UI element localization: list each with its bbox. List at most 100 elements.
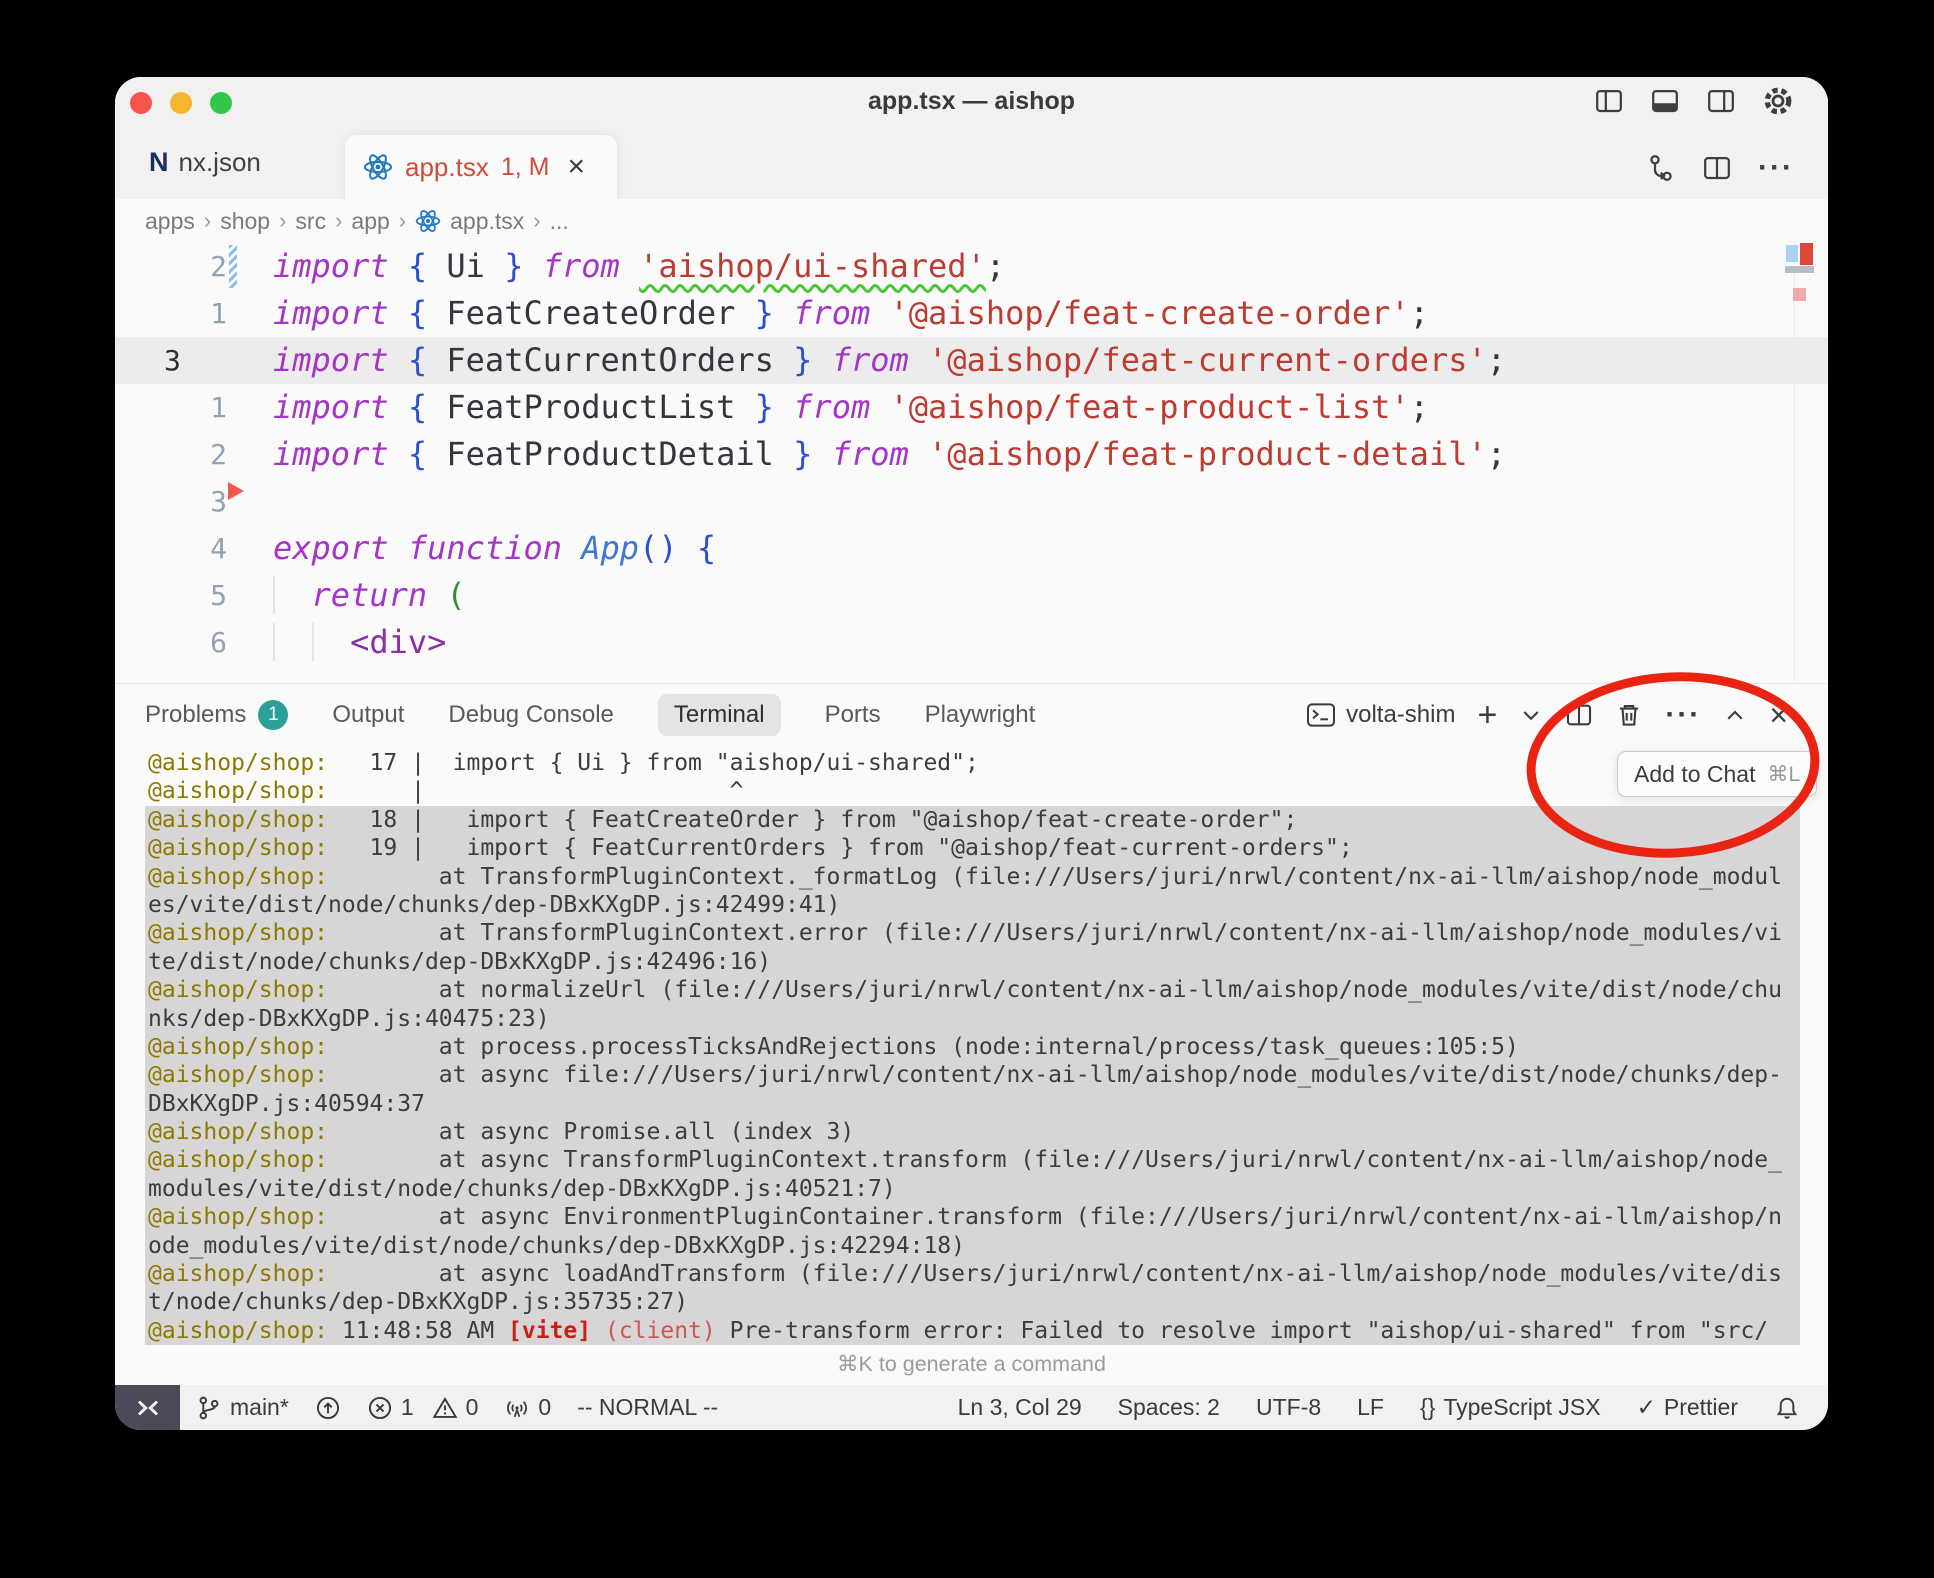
vscode-window: app.tsx — aishop N nx.json xyxy=(115,77,1828,1430)
vim-mode-text: -- NORMAL -- xyxy=(577,1394,718,1421)
git-branch-status[interactable]: main* xyxy=(196,1394,289,1421)
terminal-line[interactable]: DBxKXgDP.js:40594:37 xyxy=(145,1090,1800,1118)
toggle-sidebar-left-icon[interactable] xyxy=(1594,86,1624,116)
cursor-position-text: Ln 3, Col 29 xyxy=(958,1394,1082,1421)
branch-name: main* xyxy=(230,1394,289,1421)
breadcrumb-separator: › xyxy=(204,208,211,234)
titlebar: app.tsx — aishop xyxy=(115,77,1828,125)
code-line[interactable]: 2import { FeatProductDetail } from '@ais… xyxy=(115,431,1828,478)
breadcrumb-item[interactable]: src xyxy=(295,208,326,235)
breadcrumb-separator: › xyxy=(399,208,406,234)
panel-tab-ports[interactable]: Ports xyxy=(825,701,881,729)
code-line[interactable]: 5 return ( xyxy=(115,572,1828,619)
terminal-line[interactable]: @aishop/shop: 11:48:58 AM [vite] (client… xyxy=(145,1317,1800,1345)
terminal-line[interactable]: @aishop/shop: at async loadAndTransform … xyxy=(145,1260,1800,1288)
terminal-line[interactable]: @aishop/shop: 18 | import { FeatCreateOr… xyxy=(145,806,1800,834)
breadcrumb-item[interactable]: apps xyxy=(145,208,195,235)
formatter-status[interactable]: ✓ Prettier xyxy=(1637,1394,1738,1421)
bell-icon[interactable] xyxy=(1774,1395,1800,1421)
breadcrumb-item[interactable]: app xyxy=(351,208,389,235)
tab-nx-json[interactable]: N nx.json xyxy=(115,125,261,199)
tab-label: app.tsx xyxy=(405,152,489,183)
panel-tab-debug-console[interactable]: Debug Console xyxy=(448,701,613,729)
terminal-line[interactable]: @aishop/shop: at async EnvironmentPlugin… xyxy=(145,1203,1800,1231)
code-editor[interactable]: 2import { Ui } from 'aishop/ui-shared';1… xyxy=(115,243,1828,683)
terminal-line[interactable]: @aishop/shop: | ^ xyxy=(145,777,1800,805)
panel-tab-playwright[interactable]: Playwright xyxy=(925,701,1036,729)
encoding-text: UTF-8 xyxy=(1256,1394,1321,1421)
code-line[interactable]: 3import { FeatCurrentOrders } from '@ais… xyxy=(115,337,1828,384)
terminal-line[interactable]: te/dist/node/chunks/dep-DBxKXgDP.js:4249… xyxy=(145,948,1800,976)
code-line[interactable]: 3 xyxy=(115,478,1828,525)
status-bar: main* 1 0 xyxy=(115,1385,1828,1430)
toggle-panel-icon[interactable] xyxy=(1650,86,1680,116)
breadcrumb-file[interactable]: app.tsx xyxy=(450,208,524,235)
terminal-line[interactable]: t/node/chunks/dep-DBxKXgDP.js:35735:27) xyxy=(145,1288,1800,1316)
chevron-down-icon[interactable] xyxy=(1519,703,1543,727)
error-icon xyxy=(367,1395,393,1421)
cursor-position-status[interactable]: Ln 3, Col 29 xyxy=(958,1394,1082,1421)
line-number: 4 xyxy=(115,525,227,572)
breadcrumb-overflow[interactable]: ... xyxy=(550,208,569,235)
terminal-line[interactable]: modules/vite/dist/node/chunks/dep-DBxKXg… xyxy=(145,1175,1800,1203)
terminal-line[interactable]: @aishop/shop: at async file:///Users/jur… xyxy=(145,1061,1800,1089)
close-tab-icon[interactable]: × xyxy=(567,152,585,182)
publish-changes-icon[interactable] xyxy=(315,1395,341,1421)
add-to-chat-tooltip[interactable]: Add to Chat ⌘L xyxy=(1617,751,1817,797)
gear-icon[interactable] xyxy=(1762,85,1794,117)
panel-tab-label: Problems xyxy=(145,701,246,729)
code-line[interactable]: 4export function App() { xyxy=(115,525,1828,572)
breadcrumb-separator: › xyxy=(279,208,286,234)
window-title: app.tsx — aishop xyxy=(115,77,1828,125)
terminal-output[interactable]: @aishop/shop: 17 | import { Ui } from "a… xyxy=(145,749,1800,1345)
terminal-instance[interactable]: volta-shim xyxy=(1306,701,1455,729)
trash-icon[interactable] xyxy=(1615,701,1643,729)
terminal-line[interactable]: @aishop/shop: at async TransformPluginCo… xyxy=(145,1146,1800,1174)
encoding-status[interactable]: UTF-8 xyxy=(1256,1394,1321,1421)
vim-mode-indicator[interactable]: -- NORMAL -- xyxy=(577,1394,718,1421)
toggle-sidebar-right-icon[interactable] xyxy=(1706,86,1736,116)
terminal-line[interactable]: @aishop/shop: at normalizeUrl (file:///U… xyxy=(145,976,1800,1004)
split-editor-icon[interactable] xyxy=(1702,153,1732,183)
new-terminal-icon[interactable]: + xyxy=(1477,698,1497,732)
tab-label: nx.json xyxy=(179,147,261,178)
code-text: import { FeatCreateOrder } from '@aishop… xyxy=(273,290,1429,337)
tab-problem-modified-badge: 1, M xyxy=(501,153,550,182)
terminal-line[interactable]: nks/dep-DBxKXgDP.js:40475:23) xyxy=(145,1005,1800,1033)
code-line[interactable]: 1import { FeatProductList } from '@aisho… xyxy=(115,384,1828,431)
panel-more-actions-icon[interactable]: ··· xyxy=(1665,698,1701,732)
breadcrumb-item[interactable]: shop xyxy=(220,208,270,235)
panel-tab-output[interactable]: Output xyxy=(332,701,404,729)
problems-status[interactable]: 1 0 xyxy=(367,1394,479,1421)
branch-icon xyxy=(196,1395,222,1421)
close-panel-icon[interactable]: × xyxy=(1769,699,1788,731)
terminal-line[interactable]: ode_modules/vite/dist/node/chunks/dep-DB… xyxy=(145,1232,1800,1260)
eol-status[interactable]: LF xyxy=(1357,1394,1384,1421)
remote-indicator[interactable] xyxy=(115,1385,180,1430)
split-terminal-icon[interactable] xyxy=(1565,701,1593,729)
maximize-panel-icon[interactable] xyxy=(1723,703,1747,727)
language-mode-status[interactable]: {} TypeScript JSX xyxy=(1420,1394,1601,1421)
panel-tab-terminal[interactable]: Terminal xyxy=(658,694,781,736)
code-text: return ( xyxy=(273,572,466,619)
code-line[interactable]: 2import { Ui } from 'aishop/ui-shared'; xyxy=(115,243,1828,290)
terminal-line[interactable]: @aishop/shop: 17 | import { Ui } from "a… xyxy=(145,749,1800,777)
tab-app-tsx[interactable]: app.tsx 1, M × xyxy=(345,135,617,199)
terminal-line[interactable]: @aishop/shop: at async Promise.all (inde… xyxy=(145,1118,1800,1146)
terminal-line[interactable]: @aishop/shop: 19 | import { FeatCurrentO… xyxy=(145,834,1800,862)
open-changes-icon[interactable] xyxy=(1646,153,1676,183)
forwarded-ports-status[interactable]: 0 xyxy=(504,1394,551,1421)
code-line[interactable]: 6 <div> xyxy=(115,619,1828,666)
tooltip-label: Add to Chat xyxy=(1634,761,1755,788)
terminal-line[interactable]: es/vite/dist/node/chunks/dep-DBxKXgDP.js… xyxy=(145,891,1800,919)
port-count: 0 xyxy=(538,1394,551,1421)
indentation-status[interactable]: Spaces: 2 xyxy=(1118,1394,1220,1421)
terminal-line[interactable]: @aishop/shop: at TransformPluginContext.… xyxy=(145,863,1800,891)
terminal-line[interactable]: @aishop/shop: at TransformPluginContext.… xyxy=(145,919,1800,947)
more-actions-icon[interactable]: ··· xyxy=(1758,151,1794,185)
code-line[interactable]: 1import { FeatCreateOrder } from '@aisho… xyxy=(115,290,1828,337)
panel-tab-problems[interactable]: Problems1 xyxy=(145,700,288,730)
terminal-line[interactable]: @aishop/shop: at process.processTicksAnd… xyxy=(145,1033,1800,1061)
tooltip-shortcut: ⌘L xyxy=(1767,762,1800,787)
panel-tab-label: Playwright xyxy=(925,701,1036,729)
